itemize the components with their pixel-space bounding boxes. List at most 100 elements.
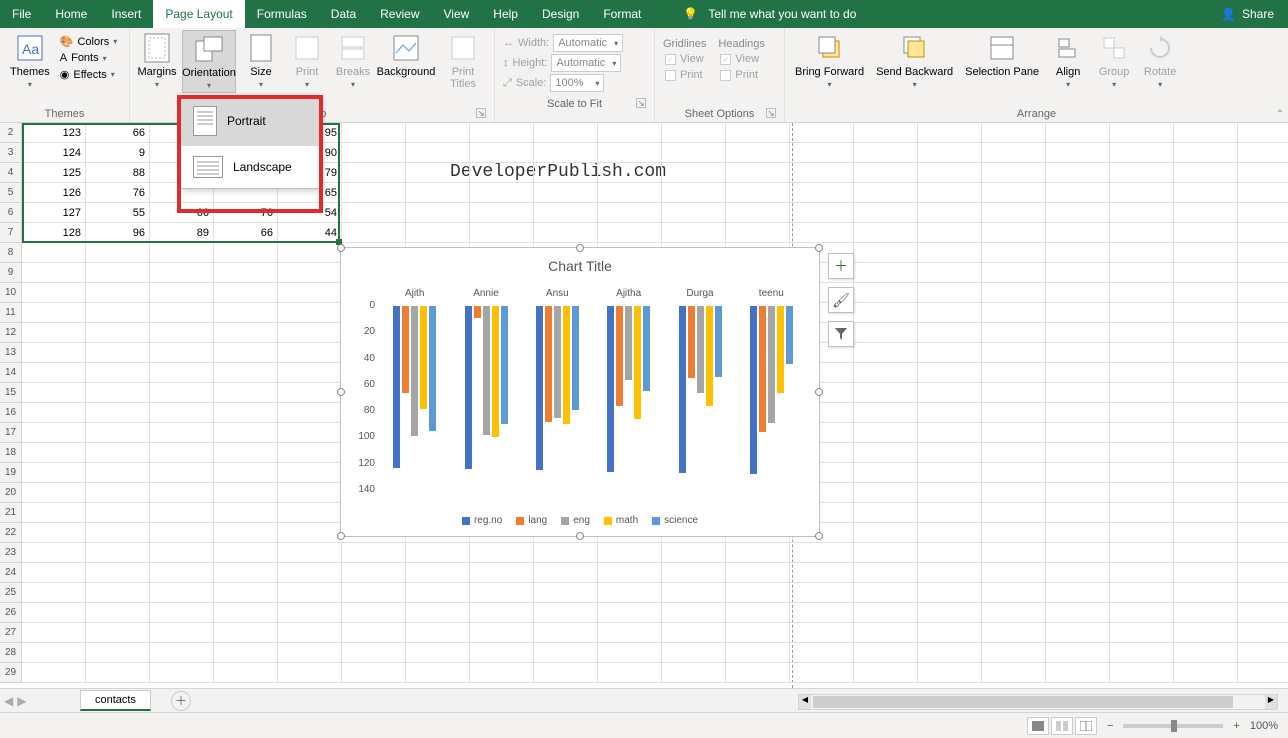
cell[interactable] [1046, 303, 1110, 323]
cell[interactable] [1110, 203, 1174, 223]
cell[interactable]: 96 [86, 223, 150, 243]
cell[interactable] [982, 323, 1046, 343]
cell[interactable] [406, 603, 470, 623]
tell-me-search[interactable]: 💡 Tell me what you want to do [653, 0, 1207, 28]
row-header[interactable]: 7 [0, 223, 22, 243]
cell[interactable] [22, 383, 86, 403]
cell[interactable] [86, 523, 150, 543]
cell[interactable] [854, 663, 918, 683]
cell[interactable] [1238, 623, 1288, 643]
cell[interactable] [22, 523, 86, 543]
cell[interactable] [22, 263, 86, 283]
cell[interactable] [278, 363, 342, 383]
cell[interactable]: 9 [86, 143, 150, 163]
cell[interactable] [918, 343, 982, 363]
cell[interactable] [790, 663, 854, 683]
cell[interactable] [982, 343, 1046, 363]
cell[interactable] [790, 223, 854, 243]
cell[interactable] [662, 223, 726, 243]
cell[interactable] [726, 203, 790, 223]
cell[interactable] [150, 563, 214, 583]
cell[interactable] [1238, 423, 1288, 443]
cell[interactable] [1174, 143, 1238, 163]
cell[interactable] [342, 203, 406, 223]
cell[interactable] [1238, 643, 1288, 663]
chart-bar[interactable] [429, 306, 436, 431]
cell[interactable] [406, 583, 470, 603]
tab-page-layout[interactable]: Page Layout [153, 0, 244, 28]
cell[interactable] [790, 203, 854, 223]
cell[interactable] [214, 243, 278, 263]
cell[interactable] [342, 223, 406, 243]
cell[interactable] [278, 583, 342, 603]
cell[interactable] [854, 283, 918, 303]
chart-bar[interactable] [715, 306, 722, 377]
cell[interactable] [1174, 543, 1238, 563]
cell[interactable] [1046, 123, 1110, 143]
cell[interactable] [918, 483, 982, 503]
sheet-nav-next[interactable]: ▶ [17, 694, 26, 708]
cell[interactable] [918, 223, 982, 243]
zoom-level[interactable]: 100% [1250, 720, 1278, 732]
cell[interactable] [86, 443, 150, 463]
cell[interactable] [662, 583, 726, 603]
cell[interactable] [790, 143, 854, 163]
cell[interactable] [150, 523, 214, 543]
cell[interactable] [1238, 163, 1288, 183]
cell[interactable]: 126 [22, 183, 86, 203]
cell[interactable] [918, 383, 982, 403]
cell[interactable] [1046, 623, 1110, 643]
view-page-layout-button[interactable] [1051, 717, 1073, 735]
group-button[interactable]: Group▾ [1093, 30, 1135, 91]
cell[interactable] [982, 283, 1046, 303]
cell[interactable] [470, 163, 534, 183]
print-titles-button[interactable]: Print Titles [438, 30, 488, 92]
cell[interactable] [790, 643, 854, 663]
cell[interactable] [662, 643, 726, 663]
cell[interactable] [86, 603, 150, 623]
cell[interactable] [1110, 543, 1174, 563]
cell[interactable] [278, 403, 342, 423]
cell[interactable] [150, 543, 214, 563]
cell[interactable] [470, 143, 534, 163]
cell[interactable] [982, 663, 1046, 683]
cell[interactable] [86, 383, 150, 403]
cell[interactable] [470, 203, 534, 223]
cell[interactable] [1110, 563, 1174, 583]
cell[interactable] [918, 323, 982, 343]
cell[interactable] [470, 623, 534, 643]
cell[interactable] [982, 263, 1046, 283]
cell[interactable] [982, 363, 1046, 383]
cell[interactable] [214, 483, 278, 503]
cell[interactable] [982, 243, 1046, 263]
cell[interactable] [1046, 523, 1110, 543]
zoom-slider[interactable] [1123, 724, 1223, 728]
chart-bar[interactable] [501, 306, 508, 424]
worksheet-grid[interactable]: DeveloperPublish.com 2345678910111213141… [0, 123, 1288, 688]
zoom-in-button[interactable]: + [1233, 720, 1239, 732]
cell[interactable] [1110, 523, 1174, 543]
cell[interactable] [342, 643, 406, 663]
cell[interactable] [1238, 203, 1288, 223]
cell[interactable] [726, 143, 790, 163]
orientation-button[interactable]: Orientation▾ [182, 30, 236, 93]
cell[interactable] [790, 183, 854, 203]
cell[interactable] [918, 243, 982, 263]
tab-design[interactable]: Design [530, 0, 591, 28]
cell[interactable] [534, 203, 598, 223]
cell[interactable] [22, 363, 86, 383]
cell[interactable] [598, 583, 662, 603]
cell[interactable] [278, 623, 342, 643]
cell[interactable] [470, 563, 534, 583]
cell[interactable] [22, 543, 86, 563]
cell[interactable] [854, 583, 918, 603]
cell[interactable] [22, 443, 86, 463]
cell[interactable] [598, 663, 662, 683]
cell[interactable] [278, 263, 342, 283]
chart-bar[interactable] [607, 306, 614, 472]
cell[interactable] [278, 483, 342, 503]
cell[interactable]: 123 [22, 123, 86, 143]
cell[interactable] [726, 163, 790, 183]
cell[interactable] [726, 643, 790, 663]
cell[interactable] [1238, 443, 1288, 463]
